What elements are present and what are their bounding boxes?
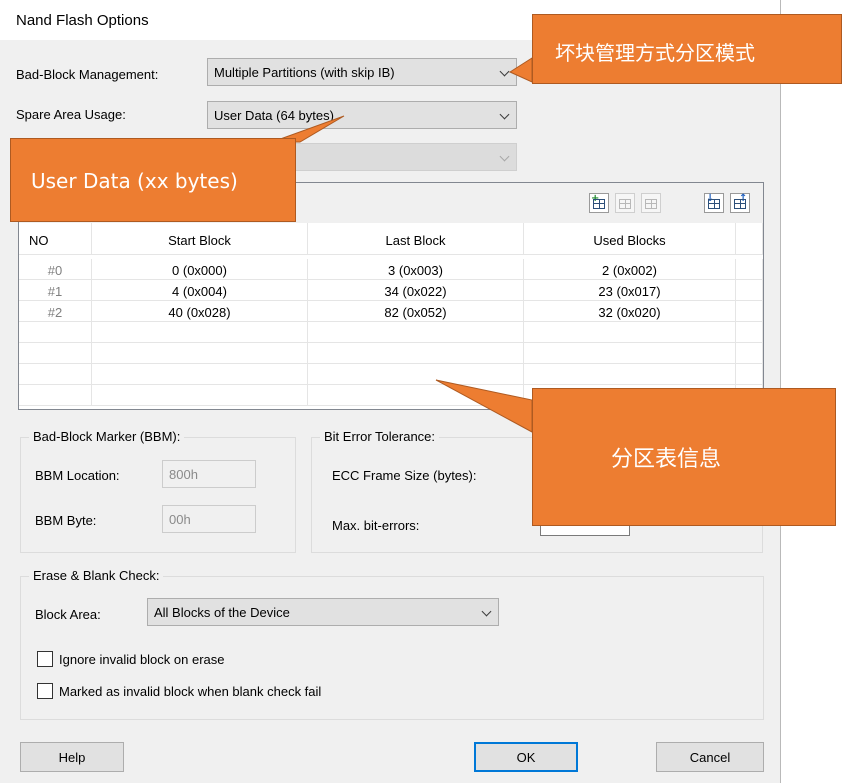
table-info-callout-text: 分区表信息	[611, 447, 722, 472]
table-info-callout-pointer	[435, 379, 533, 433]
top-callout-pointer	[508, 57, 533, 83]
top-callout: 坏块管理方式分区模式	[532, 14, 842, 84]
top-callout-text: 坏块管理方式分区模式	[555, 41, 755, 65]
user-data-callout: User Data (xx bytes)	[10, 138, 296, 222]
user-data-callout-text: User Data (xx bytes)	[31, 169, 238, 193]
table-info-callout: 分区表信息	[532, 388, 836, 526]
